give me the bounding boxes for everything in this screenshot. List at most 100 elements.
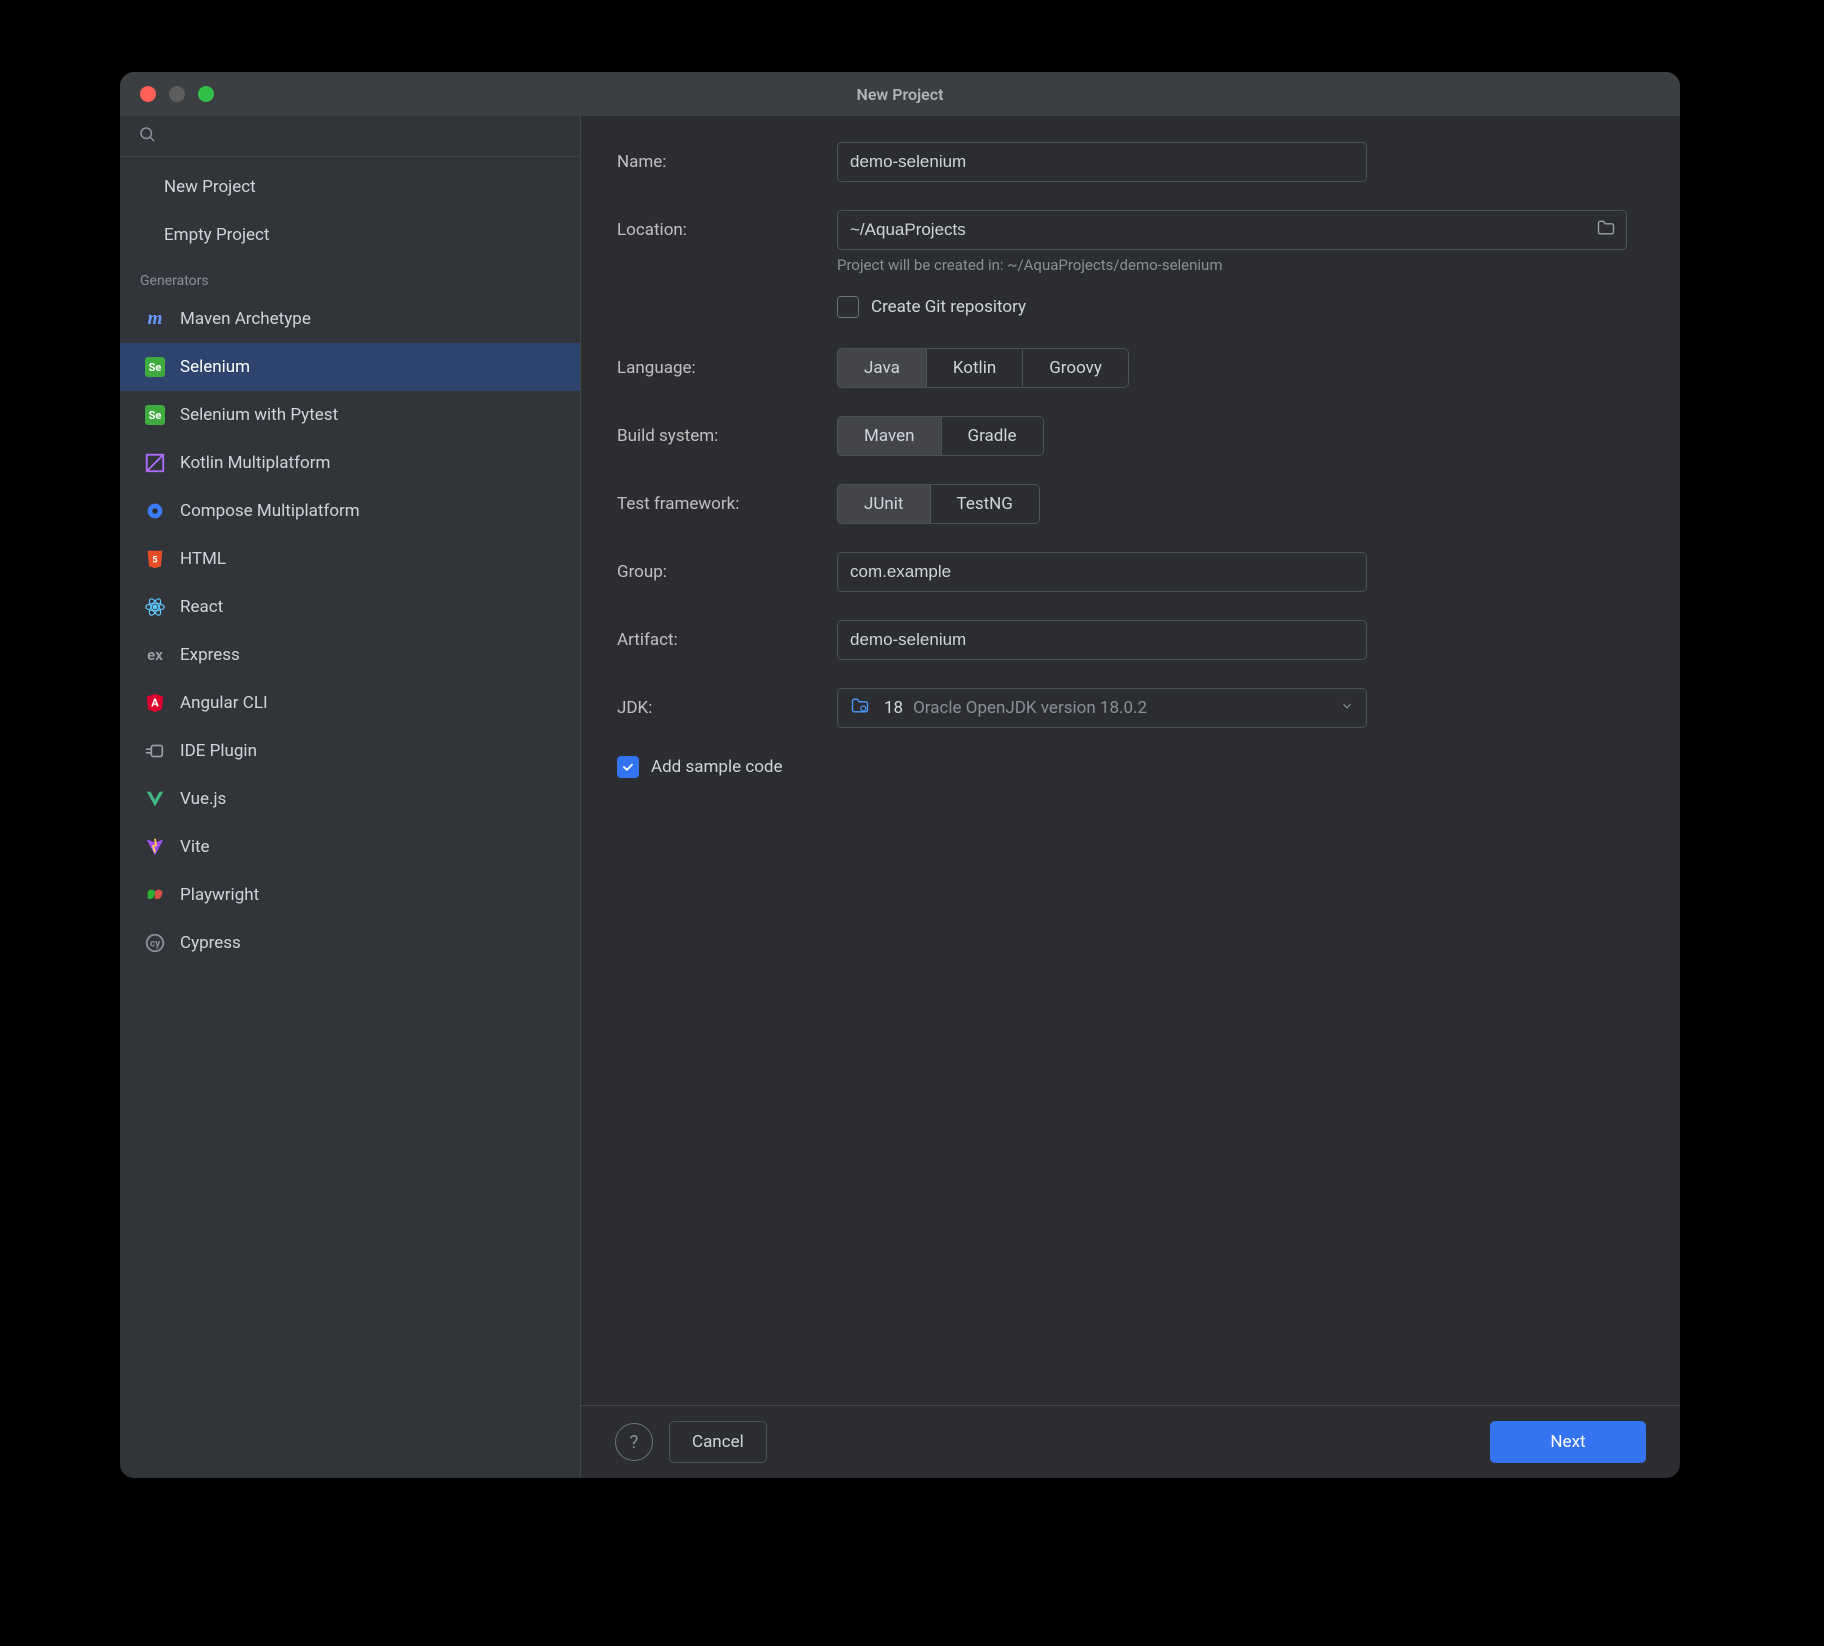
selenium-icon: Se: [144, 356, 166, 378]
option-label: Groovy: [1049, 358, 1102, 378]
sidebar-item-label: Express: [180, 645, 240, 665]
build-option-maven[interactable]: Maven: [838, 417, 942, 455]
sidebar-item-compose-multiplatform[interactable]: Compose Multiplatform: [120, 487, 580, 535]
sidebar-item-angular-cli[interactable]: AAngular CLI: [120, 679, 580, 727]
folder-icon: [1595, 218, 1617, 242]
sidebar-item-label: IDE Plugin: [180, 741, 257, 761]
group-label: Group:: [617, 562, 837, 582]
content-panel: Name: Location:: [581, 116, 1680, 1478]
sidebar-item-html[interactable]: 5 HTML: [120, 535, 580, 583]
sidebar-item-label: Vite: [180, 837, 210, 857]
sidebar-item-label: Empty Project: [164, 225, 270, 245]
language-option-kotlin[interactable]: Kotlin: [927, 349, 1023, 387]
option-label: Java: [864, 358, 900, 378]
language-label: Language:: [617, 358, 837, 378]
name-label: Name:: [617, 152, 837, 172]
create-git-checkbox[interactable]: [837, 296, 859, 318]
plugin-icon: [144, 740, 166, 762]
html-icon: 5: [144, 548, 166, 570]
svg-text:cy: cy: [150, 939, 161, 950]
sidebar-item-label: Selenium: [180, 357, 250, 377]
sidebar-item-label: React: [180, 597, 223, 617]
option-label: Kotlin: [953, 358, 996, 378]
sample-code-checkbox[interactable]: [617, 756, 639, 778]
sidebar-item-vite[interactable]: Vite: [120, 823, 580, 871]
sample-code-checkbox-row[interactable]: Add sample code: [617, 756, 1644, 778]
build-segmented: Maven Gradle: [837, 416, 1044, 456]
group-input[interactable]: [837, 552, 1367, 592]
create-git-label: Create Git repository: [871, 297, 1026, 317]
option-label: JUnit: [864, 494, 904, 514]
window-title: New Project: [120, 85, 1680, 104]
test-option-testng[interactable]: TestNG: [931, 485, 1039, 523]
sidebar-item-vue-js[interactable]: Vue.js: [120, 775, 580, 823]
help-button[interactable]: ?: [615, 1423, 653, 1461]
sidebar-item-selenium-with-pytest[interactable]: Se Selenium with Pytest: [120, 391, 580, 439]
jdk-version-number: 18: [884, 698, 903, 718]
footer: ? Cancel Next: [581, 1405, 1680, 1478]
sidebar-item-express[interactable]: ex Express: [120, 631, 580, 679]
kotlin-mp-icon: [144, 452, 166, 474]
sample-code-label: Add sample code: [651, 757, 783, 777]
test-option-junit[interactable]: JUnit: [838, 485, 931, 523]
selenium-icon: Se: [144, 404, 166, 426]
vue-icon: [144, 788, 166, 810]
location-hint: Project will be created in: ~/AquaProjec…: [837, 256, 1644, 274]
sidebar-item-label: HTML: [180, 549, 226, 569]
test-segmented: JUnit TestNG: [837, 484, 1040, 524]
sidebar: New Project Empty Project Generators m Maven…: [120, 116, 581, 1478]
language-option-groovy[interactable]: Groovy: [1023, 349, 1128, 387]
sidebar-item-empty-project[interactable]: Empty Project: [120, 211, 580, 259]
react-icon: [144, 596, 166, 618]
sidebar-item-label: Maven Archetype: [180, 309, 311, 329]
vite-icon: [144, 836, 166, 858]
language-segmented: Java Kotlin Groovy: [837, 348, 1129, 388]
generators-header: Generators: [120, 259, 580, 295]
option-label: Maven: [864, 426, 915, 446]
location-input[interactable]: [837, 210, 1627, 250]
sidebar-item-maven-archetype[interactable]: m Maven Archetype: [120, 295, 580, 343]
sidebar-item-label: Compose Multiplatform: [180, 501, 360, 521]
maven-icon: m: [144, 308, 166, 330]
build-option-gradle[interactable]: Gradle: [942, 417, 1043, 455]
artifact-input[interactable]: [837, 620, 1367, 660]
sidebar-item-kotlin-multiplatform[interactable]: Kotlin Multiplatform: [120, 439, 580, 487]
sidebar-item-cypress[interactable]: cyCypress: [120, 919, 580, 967]
sidebar-item-label: New Project: [164, 177, 256, 197]
cypress-icon: cy: [144, 932, 166, 954]
sidebar-item-playwright[interactable]: Playwright: [120, 871, 580, 919]
location-label: Location:: [617, 220, 837, 240]
sidebar-item-label: Selenium with Pytest: [180, 405, 338, 425]
option-label: TestNG: [957, 494, 1013, 514]
option-label: Gradle: [968, 426, 1017, 446]
angular-icon: A: [144, 692, 166, 714]
sidebar-search[interactable]: [120, 116, 580, 157]
new-project-dialog: New Project New Project Empty Project Gene…: [120, 72, 1680, 1478]
playwright-icon: [144, 884, 166, 906]
svg-text:5: 5: [152, 556, 157, 566]
sidebar-item-selenium[interactable]: Se Selenium: [120, 343, 580, 391]
build-label: Build system:: [617, 426, 837, 446]
sidebar-item-react[interactable]: React: [120, 583, 580, 631]
sdk-folder-icon: [850, 696, 870, 721]
sidebar-item-label: Kotlin Multiplatform: [180, 453, 330, 473]
express-icon: ex: [144, 644, 166, 666]
test-label: Test framework:: [617, 494, 837, 514]
jdk-dropdown[interactable]: 18 Oracle OpenJDK version 18.0.2: [837, 688, 1367, 728]
browse-folder-button[interactable]: [1593, 218, 1619, 242]
search-icon: [138, 125, 156, 147]
sidebar-item-label: Vue.js: [180, 789, 226, 809]
next-button[interactable]: Next: [1490, 1421, 1646, 1463]
language-option-java[interactable]: Java: [838, 349, 927, 387]
jdk-description: Oracle OpenJDK version 18.0.2: [913, 698, 1147, 718]
sidebar-item-new-project[interactable]: New Project: [120, 163, 580, 211]
compose-icon: [144, 500, 166, 522]
chevron-down-icon: [1340, 698, 1354, 718]
svg-text:A: A: [151, 697, 159, 710]
artifact-label: Artifact:: [617, 630, 837, 650]
sidebar-item-ide-plugin[interactable]: IDE Plugin: [120, 727, 580, 775]
name-input[interactable]: [837, 142, 1367, 182]
cancel-button[interactable]: Cancel: [669, 1421, 767, 1463]
sidebar-item-label: Playwright: [180, 885, 259, 905]
create-git-checkbox-row[interactable]: Create Git repository: [837, 296, 1644, 318]
